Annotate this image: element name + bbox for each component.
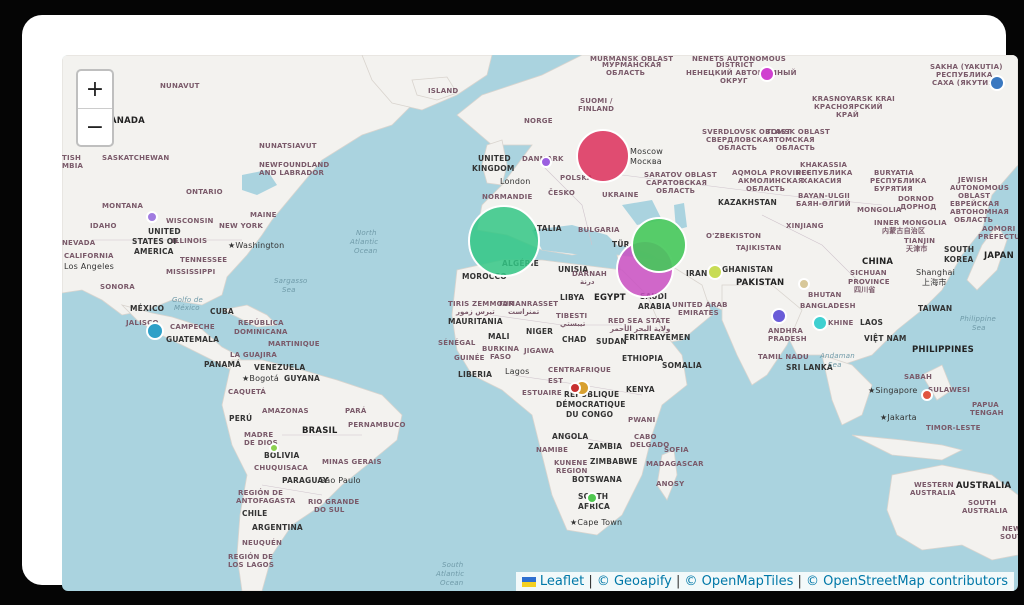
marker-china-tan[interactable] (798, 278, 810, 290)
marker-southafrica-green[interactable] (586, 492, 598, 504)
zoom-control: + − (76, 69, 114, 147)
ukraine-flag-icon (521, 576, 536, 587)
zoom-in-button[interactable]: + (78, 71, 112, 109)
marker-europe-large[interactable] (576, 129, 630, 183)
marker-myanmar-cyan[interactable] (812, 315, 828, 331)
marker-congo-red[interactable] (569, 382, 581, 394)
marker-spain-large[interactable] (468, 205, 540, 277)
separator: | (671, 574, 685, 589)
marker-denmark-purple[interactable] (540, 156, 552, 168)
separator: | (584, 574, 597, 589)
marker-usa-purple[interactable] (146, 211, 158, 223)
geoapify-link[interactable]: © Geoapify (597, 574, 672, 589)
marker-mexico-teal[interactable] (146, 322, 164, 340)
osm-link[interactable]: © OpenStreetMap contributors (806, 574, 1008, 589)
marker-russia-magenta[interactable] (759, 66, 775, 82)
marker-layer (146, 66, 1005, 504)
marker-afghanistan-lime[interactable] (707, 264, 723, 280)
openmaptiles-link[interactable]: © OpenMapTiles (685, 574, 794, 589)
marker-yakutia-blue[interactable] (989, 75, 1005, 91)
leaflet-link[interactable]: Leaflet (540, 574, 584, 589)
marker-bolivia-green[interactable] (269, 443, 279, 453)
separator: | (793, 574, 807, 589)
attribution: Leaflet | © Geoapify | © OpenMapTiles | … (515, 572, 1014, 591)
marker-india-violet[interactable] (771, 308, 787, 324)
map-card: NUNAVUT ANADA NUNATSIAVUT SASKATCHEWAN T… (22, 15, 1018, 591)
zoom-out-button[interactable]: − (78, 109, 112, 145)
marker-indonesia-red[interactable] (921, 389, 933, 401)
world-map[interactable]: NUNAVUT ANADA NUNATSIAVUT SASKATCHEWAN T… (62, 55, 1018, 591)
marker-middle-east-green[interactable] (631, 217, 687, 273)
